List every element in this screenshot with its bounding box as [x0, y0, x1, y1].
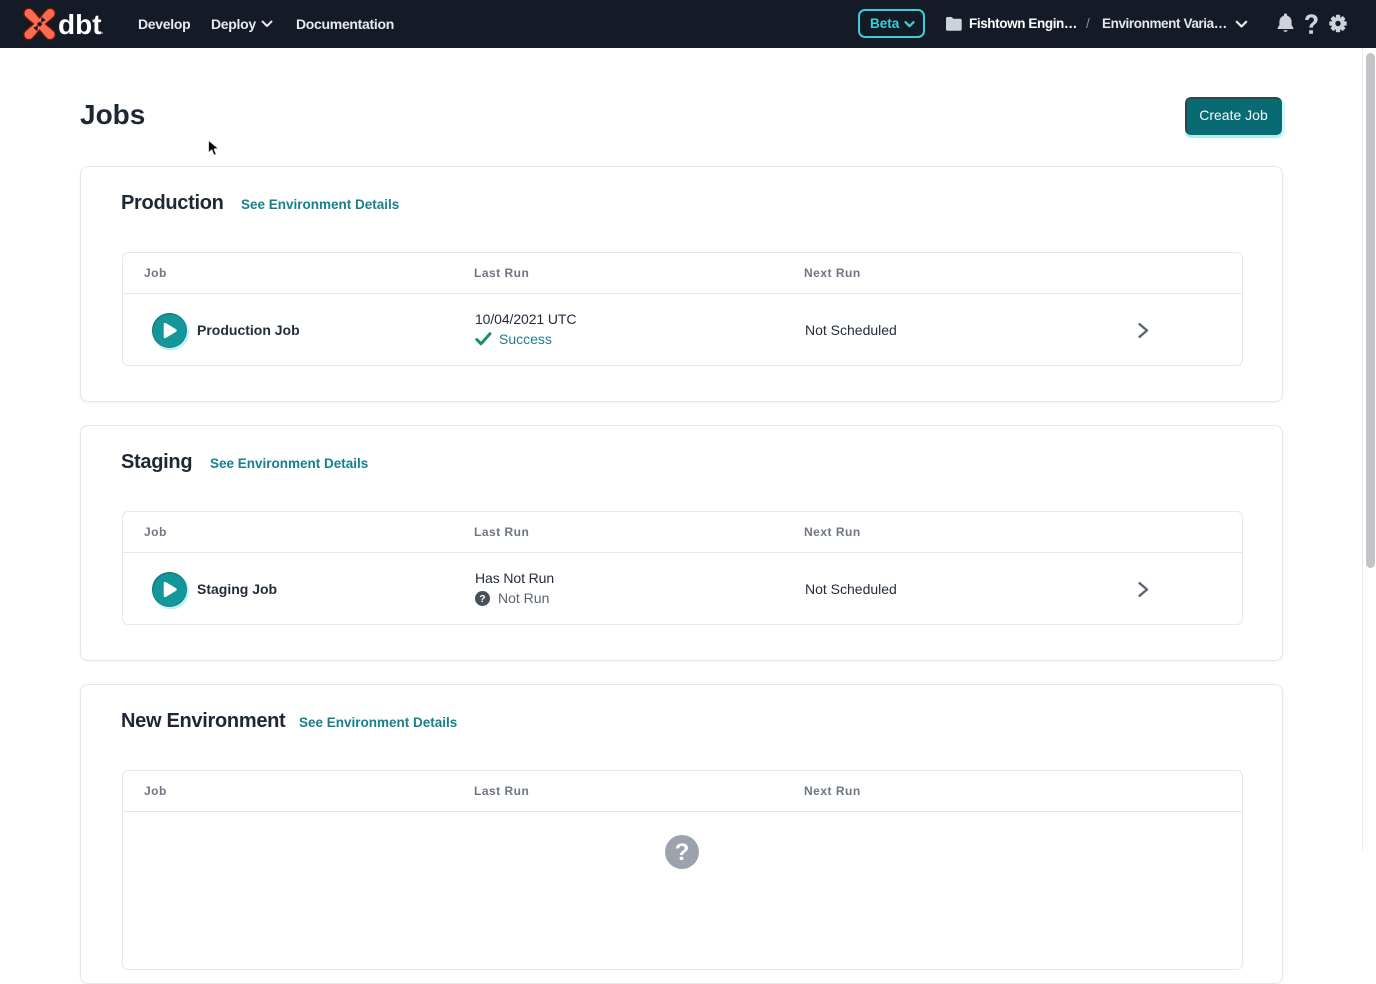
- svg-text:?: ?: [675, 839, 690, 866]
- svg-text:?: ?: [479, 593, 485, 605]
